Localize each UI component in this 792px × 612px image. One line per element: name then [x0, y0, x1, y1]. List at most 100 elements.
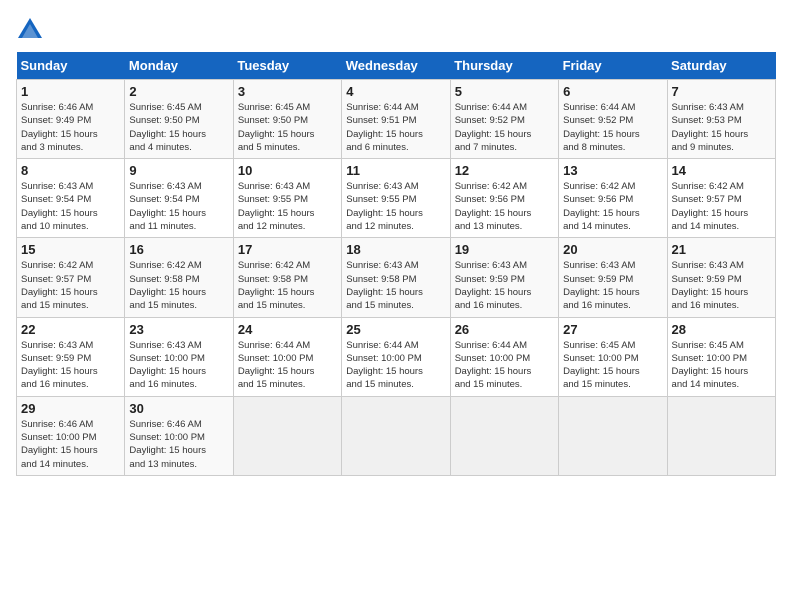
calendar-dow-saturday: Saturday — [667, 52, 775, 80]
day-info: Sunrise: 6:43 AMSunset: 10:00 PMDaylight… — [129, 339, 228, 392]
day-number: 26 — [455, 322, 554, 337]
day-number: 23 — [129, 322, 228, 337]
calendar-cell: 6 Sunrise: 6:44 AMSunset: 9:52 PMDayligh… — [559, 80, 667, 159]
day-number: 28 — [672, 322, 771, 337]
calendar-week-row: 29 Sunrise: 6:46 AMSunset: 10:00 PMDayli… — [17, 396, 776, 475]
day-info: Sunrise: 6:42 AMSunset: 9:56 PMDaylight:… — [563, 180, 662, 233]
calendar-cell — [233, 396, 341, 475]
calendar-cell: 22 Sunrise: 6:43 AMSunset: 9:59 PMDaylig… — [17, 317, 125, 396]
day-info: Sunrise: 6:44 AMSunset: 10:00 PMDaylight… — [346, 339, 445, 392]
calendar-header-row: SundayMondayTuesdayWednesdayThursdayFrid… — [17, 52, 776, 80]
calendar-cell: 3 Sunrise: 6:45 AMSunset: 9:50 PMDayligh… — [233, 80, 341, 159]
day-info: Sunrise: 6:43 AMSunset: 9:58 PMDaylight:… — [346, 259, 445, 312]
day-number: 13 — [563, 163, 662, 178]
day-number: 4 — [346, 84, 445, 99]
calendar-cell: 14 Sunrise: 6:42 AMSunset: 9:57 PMDaylig… — [667, 159, 775, 238]
calendar-week-row: 8 Sunrise: 6:43 AMSunset: 9:54 PMDayligh… — [17, 159, 776, 238]
calendar-cell: 12 Sunrise: 6:42 AMSunset: 9:56 PMDaylig… — [450, 159, 558, 238]
day-info: Sunrise: 6:45 AMSunset: 10:00 PMDaylight… — [563, 339, 662, 392]
day-number: 6 — [563, 84, 662, 99]
day-number: 1 — [21, 84, 120, 99]
calendar-cell — [342, 396, 450, 475]
calendar-cell: 1 Sunrise: 6:46 AMSunset: 9:49 PMDayligh… — [17, 80, 125, 159]
day-number: 22 — [21, 322, 120, 337]
day-number: 9 — [129, 163, 228, 178]
day-info: Sunrise: 6:46 AMSunset: 9:49 PMDaylight:… — [21, 101, 120, 154]
day-info: Sunrise: 6:43 AMSunset: 9:55 PMDaylight:… — [346, 180, 445, 233]
day-info: Sunrise: 6:43 AMSunset: 9:54 PMDaylight:… — [129, 180, 228, 233]
day-number: 25 — [346, 322, 445, 337]
calendar-cell: 2 Sunrise: 6:45 AMSunset: 9:50 PMDayligh… — [125, 80, 233, 159]
calendar-week-row: 1 Sunrise: 6:46 AMSunset: 9:49 PMDayligh… — [17, 80, 776, 159]
day-info: Sunrise: 6:46 AMSunset: 10:00 PMDaylight… — [21, 418, 120, 471]
day-info: Sunrise: 6:44 AMSunset: 9:52 PMDaylight:… — [455, 101, 554, 154]
calendar-cell: 27 Sunrise: 6:45 AMSunset: 10:00 PMDayli… — [559, 317, 667, 396]
calendar-dow-tuesday: Tuesday — [233, 52, 341, 80]
calendar-dow-wednesday: Wednesday — [342, 52, 450, 80]
day-number: 27 — [563, 322, 662, 337]
calendar-cell — [559, 396, 667, 475]
day-number: 3 — [238, 84, 337, 99]
day-info: Sunrise: 6:45 AMSunset: 10:00 PMDaylight… — [672, 339, 771, 392]
day-info: Sunrise: 6:42 AMSunset: 9:58 PMDaylight:… — [238, 259, 337, 312]
calendar-week-row: 22 Sunrise: 6:43 AMSunset: 9:59 PMDaylig… — [17, 317, 776, 396]
day-info: Sunrise: 6:45 AMSunset: 9:50 PMDaylight:… — [129, 101, 228, 154]
calendar-cell: 28 Sunrise: 6:45 AMSunset: 10:00 PMDayli… — [667, 317, 775, 396]
day-info: Sunrise: 6:42 AMSunset: 9:58 PMDaylight:… — [129, 259, 228, 312]
day-number: 12 — [455, 163, 554, 178]
calendar-cell: 4 Sunrise: 6:44 AMSunset: 9:51 PMDayligh… — [342, 80, 450, 159]
day-info: Sunrise: 6:43 AMSunset: 9:55 PMDaylight:… — [238, 180, 337, 233]
calendar-cell: 23 Sunrise: 6:43 AMSunset: 10:00 PMDayli… — [125, 317, 233, 396]
calendar-dow-sunday: Sunday — [17, 52, 125, 80]
calendar-cell: 25 Sunrise: 6:44 AMSunset: 10:00 PMDayli… — [342, 317, 450, 396]
day-info: Sunrise: 6:42 AMSunset: 9:57 PMDaylight:… — [21, 259, 120, 312]
day-number: 16 — [129, 242, 228, 257]
calendar-cell — [667, 396, 775, 475]
calendar-dow-thursday: Thursday — [450, 52, 558, 80]
day-number: 7 — [672, 84, 771, 99]
calendar-table: SundayMondayTuesdayWednesdayThursdayFrid… — [16, 52, 776, 476]
day-info: Sunrise: 6:43 AMSunset: 9:54 PMDaylight:… — [21, 180, 120, 233]
calendar-cell: 9 Sunrise: 6:43 AMSunset: 9:54 PMDayligh… — [125, 159, 233, 238]
header — [16, 16, 776, 44]
day-number: 30 — [129, 401, 228, 416]
day-number: 17 — [238, 242, 337, 257]
day-number: 15 — [21, 242, 120, 257]
calendar-cell — [450, 396, 558, 475]
day-info: Sunrise: 6:44 AMSunset: 9:52 PMDaylight:… — [563, 101, 662, 154]
day-number: 20 — [563, 242, 662, 257]
day-number: 5 — [455, 84, 554, 99]
day-number: 29 — [21, 401, 120, 416]
calendar-cell: 11 Sunrise: 6:43 AMSunset: 9:55 PMDaylig… — [342, 159, 450, 238]
calendar-cell: 19 Sunrise: 6:43 AMSunset: 9:59 PMDaylig… — [450, 238, 558, 317]
day-info: Sunrise: 6:43 AMSunset: 9:59 PMDaylight:… — [563, 259, 662, 312]
day-info: Sunrise: 6:42 AMSunset: 9:56 PMDaylight:… — [455, 180, 554, 233]
day-number: 19 — [455, 242, 554, 257]
day-number: 18 — [346, 242, 445, 257]
calendar-cell: 21 Sunrise: 6:43 AMSunset: 9:59 PMDaylig… — [667, 238, 775, 317]
calendar-cell: 13 Sunrise: 6:42 AMSunset: 9:56 PMDaylig… — [559, 159, 667, 238]
calendar-cell: 17 Sunrise: 6:42 AMSunset: 9:58 PMDaylig… — [233, 238, 341, 317]
day-info: Sunrise: 6:44 AMSunset: 10:00 PMDaylight… — [455, 339, 554, 392]
day-info: Sunrise: 6:44 AMSunset: 10:00 PMDaylight… — [238, 339, 337, 392]
day-number: 14 — [672, 163, 771, 178]
day-info: Sunrise: 6:43 AMSunset: 9:53 PMDaylight:… — [672, 101, 771, 154]
day-info: Sunrise: 6:43 AMSunset: 9:59 PMDaylight:… — [672, 259, 771, 312]
calendar-cell: 20 Sunrise: 6:43 AMSunset: 9:59 PMDaylig… — [559, 238, 667, 317]
calendar-cell: 8 Sunrise: 6:43 AMSunset: 9:54 PMDayligh… — [17, 159, 125, 238]
day-number: 11 — [346, 163, 445, 178]
calendar-dow-monday: Monday — [125, 52, 233, 80]
calendar-cell: 16 Sunrise: 6:42 AMSunset: 9:58 PMDaylig… — [125, 238, 233, 317]
calendar-week-row: 15 Sunrise: 6:42 AMSunset: 9:57 PMDaylig… — [17, 238, 776, 317]
calendar-dow-friday: Friday — [559, 52, 667, 80]
calendar-cell: 5 Sunrise: 6:44 AMSunset: 9:52 PMDayligh… — [450, 80, 558, 159]
logo — [16, 16, 48, 44]
day-info: Sunrise: 6:45 AMSunset: 9:50 PMDaylight:… — [238, 101, 337, 154]
calendar-cell: 26 Sunrise: 6:44 AMSunset: 10:00 PMDayli… — [450, 317, 558, 396]
day-info: Sunrise: 6:43 AMSunset: 9:59 PMDaylight:… — [21, 339, 120, 392]
day-info: Sunrise: 6:44 AMSunset: 9:51 PMDaylight:… — [346, 101, 445, 154]
day-info: Sunrise: 6:43 AMSunset: 9:59 PMDaylight:… — [455, 259, 554, 312]
calendar-cell: 10 Sunrise: 6:43 AMSunset: 9:55 PMDaylig… — [233, 159, 341, 238]
calendar-cell: 30 Sunrise: 6:46 AMSunset: 10:00 PMDayli… — [125, 396, 233, 475]
calendar-cell: 29 Sunrise: 6:46 AMSunset: 10:00 PMDayli… — [17, 396, 125, 475]
